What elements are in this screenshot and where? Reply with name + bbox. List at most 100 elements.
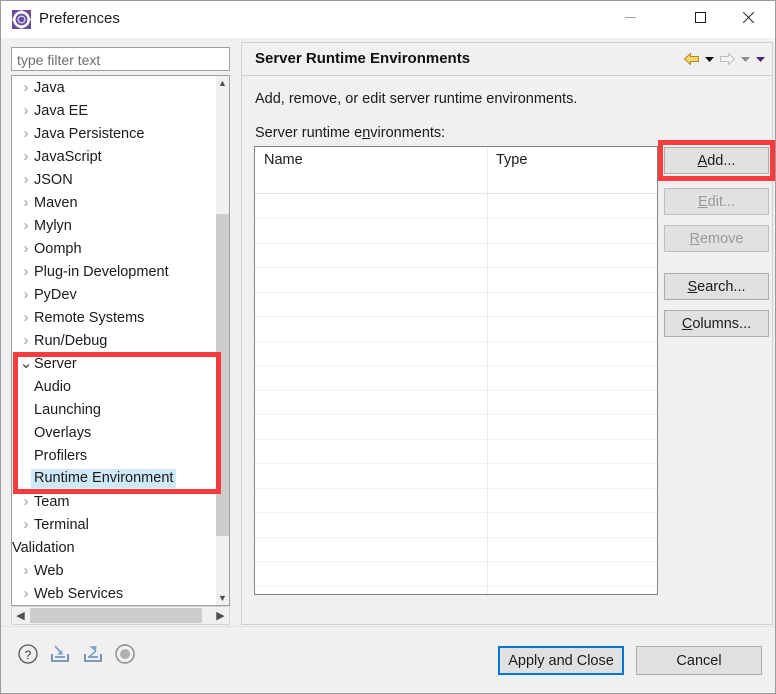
- chevron-right-icon[interactable]: ›: [18, 286, 34, 303]
- table-row[interactable]: [255, 561, 657, 562]
- tree-item-run-debug[interactable]: › Run/Debug: [12, 329, 217, 352]
- tree-item-java[interactable]: › Java: [12, 76, 217, 99]
- tree-item-javascript[interactable]: › JavaScript: [12, 145, 217, 168]
- chevron-right-icon[interactable]: ›: [18, 263, 34, 280]
- tree-item-terminal[interactable]: › Terminal: [12, 513, 217, 536]
- tree-item-label: Java EE: [34, 102, 88, 119]
- chevron-right-icon[interactable]: ▶: [212, 607, 229, 624]
- columns-button[interactable]: Columns...: [664, 310, 769, 337]
- tree-item-audio[interactable]: Audio: [12, 375, 217, 398]
- window-title: Preferences: [39, 10, 120, 27]
- chevron-right-icon[interactable]: ›: [18, 309, 34, 326]
- tree-item-label: Run/Debug: [34, 332, 108, 349]
- tree-item-maven[interactable]: › Maven: [12, 191, 217, 214]
- table-row[interactable]: [255, 439, 657, 440]
- chevron-down-icon[interactable]: ⌄: [18, 356, 34, 371]
- tree-item-launching[interactable]: Launching: [12, 398, 217, 421]
- runtime-environments-table[interactable]: Name Type: [254, 146, 658, 595]
- add-button-label: Add...: [697, 152, 736, 169]
- preferences-tree[interactable]: › Java › Java EE › Java Persistence › JavaScrip…: [11, 75, 230, 606]
- page-nav-icons: [683, 50, 766, 68]
- tree-vertical-scrollbar[interactable]: ▲ ▼: [216, 76, 229, 605]
- tree-item-label: Plug-in Development: [34, 263, 169, 280]
- table-row[interactable]: [255, 267, 657, 268]
- chevron-right-icon[interactable]: ›: [18, 585, 34, 602]
- chevron-right-icon[interactable]: ›: [18, 148, 34, 165]
- table-row[interactable]: [255, 292, 657, 293]
- tree-item-java-persistence[interactable]: › Java Persistence: [12, 122, 217, 145]
- chevron-right-icon[interactable]: ›: [18, 125, 34, 142]
- cancel-button[interactable]: Cancel: [636, 646, 762, 675]
- chevron-right-icon[interactable]: ›: [18, 171, 34, 188]
- maximize-button[interactable]: [677, 1, 723, 33]
- filter-input[interactable]: [11, 47, 230, 71]
- tree-item-web[interactable]: › Web: [12, 559, 217, 582]
- apply-and-close-button[interactable]: Apply and Close: [498, 646, 624, 675]
- back-arrow-icon[interactable]: [683, 50, 700, 68]
- table-row[interactable]: [255, 463, 657, 464]
- add-button[interactable]: Add...: [664, 147, 769, 174]
- tree-item-label: Runtime Environment: [31, 469, 177, 488]
- tree-hscroll-thumb[interactable]: [30, 608, 202, 623]
- tree-item-pydev[interactable]: › PyDev: [12, 283, 217, 306]
- tree-item-java-ee[interactable]: › Java EE: [12, 99, 217, 122]
- tree-item-oomph[interactable]: › Oomph: [12, 237, 217, 260]
- import-icon[interactable]: [48, 643, 72, 670]
- table-row[interactable]: [255, 316, 657, 317]
- close-icon: [741, 11, 754, 24]
- chevron-right-icon[interactable]: ›: [18, 217, 34, 234]
- table-row[interactable]: [255, 586, 657, 587]
- tree-item-plug-in-development[interactable]: › Plug-in Development: [12, 260, 217, 283]
- chevron-right-icon[interactable]: ›: [18, 240, 34, 257]
- page-title: Server Runtime Environments: [255, 50, 471, 67]
- tree-item-mylyn[interactable]: › Mylyn: [12, 214, 217, 237]
- tree-item-label: Validation: [12, 539, 75, 556]
- table-row[interactable]: [255, 488, 657, 489]
- chevron-left-icon[interactable]: ◀: [12, 607, 29, 624]
- close-button[interactable]: [724, 1, 770, 33]
- back-dropdown-icon[interactable]: [704, 50, 715, 68]
- tree-vscroll-thumb[interactable]: [216, 214, 229, 536]
- minimize-button[interactable]: [607, 1, 653, 33]
- search-button[interactable]: Search...: [664, 273, 769, 300]
- table-row[interactable]: [255, 390, 657, 391]
- table-row[interactable]: [255, 218, 657, 219]
- export-icon[interactable]: [81, 643, 105, 670]
- chevron-right-icon[interactable]: ›: [18, 493, 34, 510]
- chevron-up-icon[interactable]: ▲: [216, 76, 229, 90]
- tree-item-json[interactable]: › JSON: [12, 168, 217, 191]
- table-row[interactable]: [255, 512, 657, 513]
- tree-item-overlays[interactable]: Overlays: [12, 421, 217, 444]
- table-row[interactable]: [255, 365, 657, 366]
- tree-item-server[interactable]: ⌄ Server: [12, 352, 217, 375]
- remove-button: Remove: [664, 225, 769, 252]
- tree-item-remote-systems[interactable]: › Remote Systems: [12, 306, 217, 329]
- tree-item-team[interactable]: › Team: [12, 490, 217, 513]
- tree-item-web-services[interactable]: › Web Services: [12, 582, 217, 605]
- chevron-right-icon[interactable]: ›: [18, 332, 34, 349]
- column-header-name[interactable]: Name: [264, 152, 303, 168]
- help-icon[interactable]: ?: [17, 643, 39, 670]
- chevron-right-icon[interactable]: ›: [18, 562, 34, 579]
- table-row[interactable]: [255, 243, 657, 244]
- tree-item-runtime-environment[interactable]: Runtime Environment: [12, 467, 217, 490]
- tree-item-profilers[interactable]: Profilers: [12, 444, 217, 467]
- tree-item-label: Oomph: [34, 240, 82, 257]
- list-label: Server runtime environments:: [255, 125, 445, 141]
- chevron-right-icon[interactable]: ›: [18, 194, 34, 211]
- chevron-right-icon[interactable]: ›: [18, 79, 34, 96]
- table-row[interactable]: [255, 341, 657, 342]
- chevron-down-icon[interactable]: ▼: [216, 591, 229, 605]
- view-menu-dropdown-icon[interactable]: [755, 50, 766, 68]
- column-divider[interactable]: [487, 147, 488, 594]
- edit-button-label: Edit...: [697, 193, 736, 210]
- column-header-type[interactable]: Type: [496, 152, 527, 168]
- table-row[interactable]: [255, 414, 657, 415]
- table-row[interactable]: [255, 537, 657, 538]
- chevron-right-icon[interactable]: ›: [18, 516, 34, 533]
- tree-horizontal-scrollbar[interactable]: ◀ ▶: [11, 606, 230, 625]
- restore-defaults-icon[interactable]: [114, 643, 136, 670]
- tree-item-label: Web Services: [34, 585, 124, 602]
- chevron-right-icon[interactable]: ›: [18, 102, 34, 119]
- tree-item-validation[interactable]: Validation: [12, 536, 217, 559]
